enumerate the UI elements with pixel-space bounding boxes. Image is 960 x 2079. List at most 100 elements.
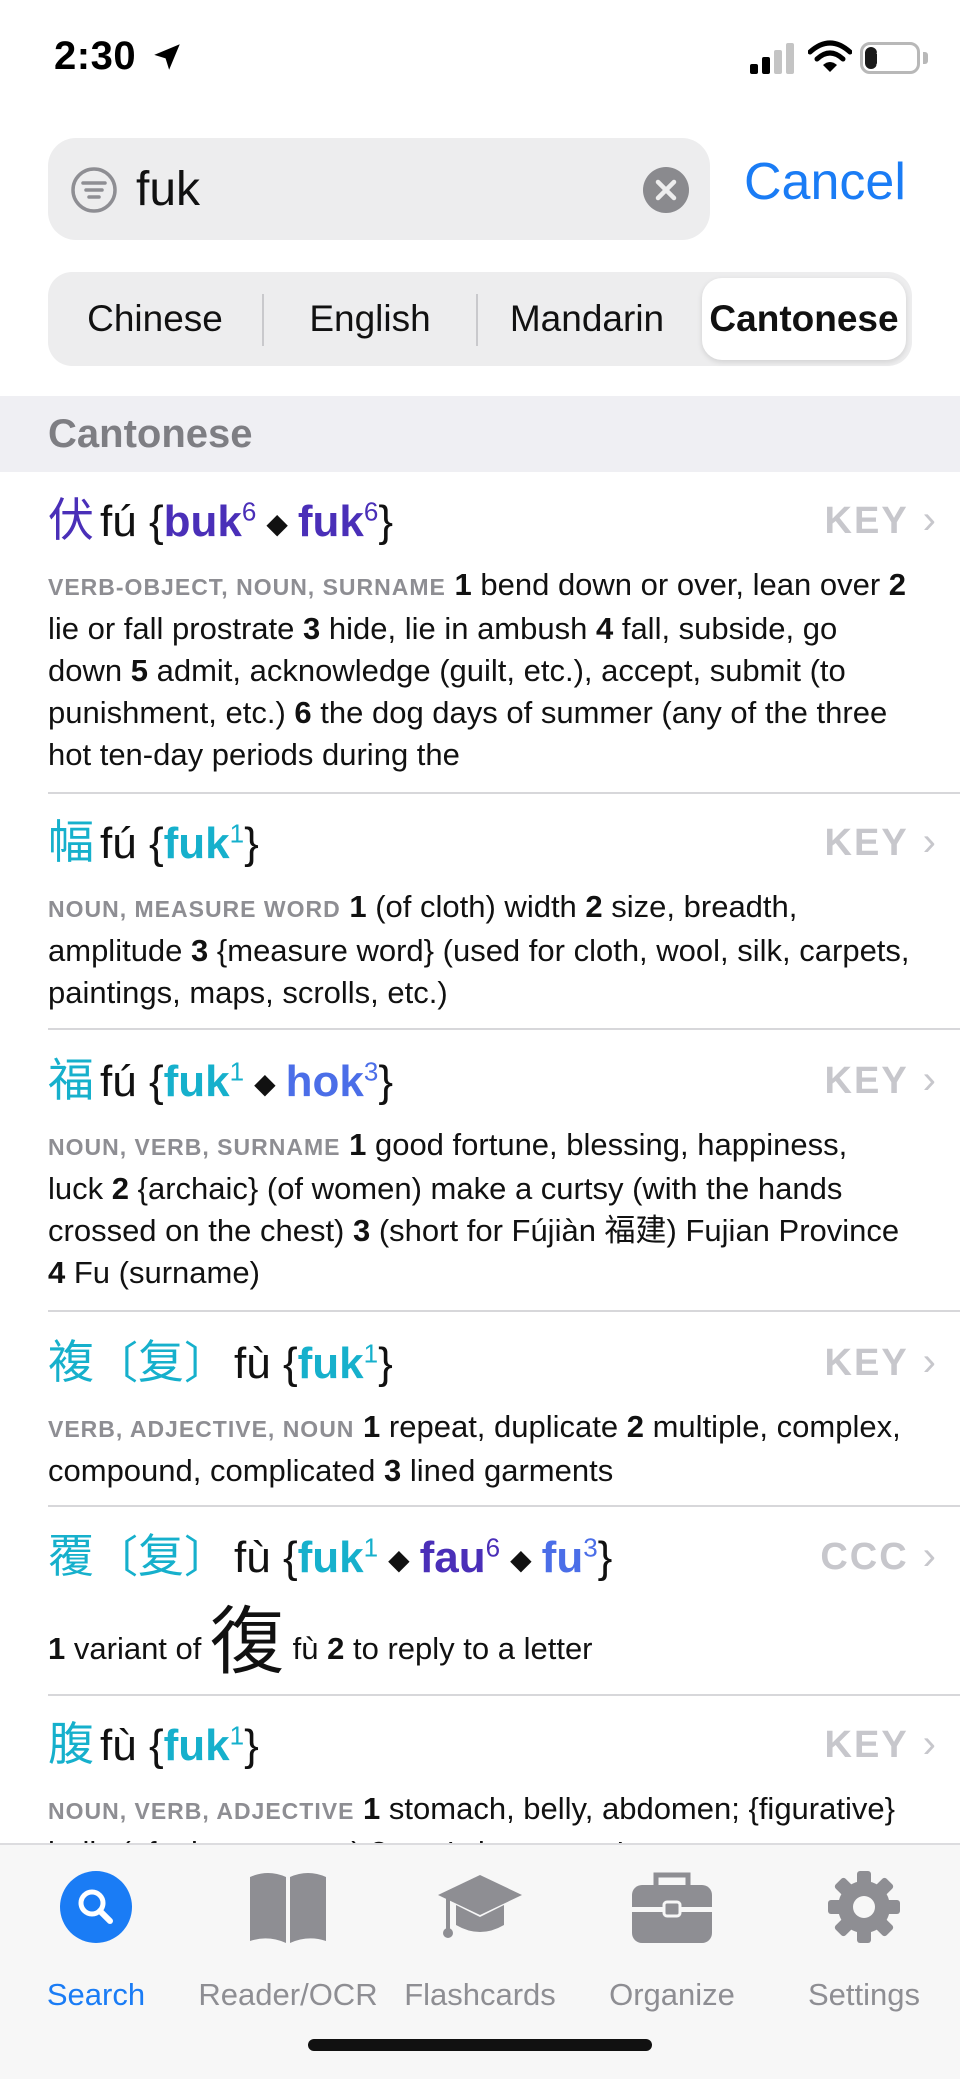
- jyutping-syllable: fuk: [163, 1057, 230, 1106]
- tab-label: Search: [46, 1977, 146, 2012]
- brace-open: {: [282, 1339, 298, 1388]
- entry-divider: [48, 1694, 960, 1696]
- entry-character: 腹: [48, 1717, 94, 1771]
- tab-organize[interactable]: Organize: [576, 1867, 768, 2017]
- entry-headword: 腹 fù {fuk1}: [48, 1714, 259, 1776]
- brace-close: }: [244, 819, 259, 868]
- jyutping-syllable: fuk: [297, 497, 364, 546]
- entry-character: 複: [48, 1335, 94, 1389]
- segment-mandarin[interactable]: Mandarin: [482, 278, 692, 360]
- sense-number: 2: [327, 1631, 345, 1666]
- entry-tag-label: KEY: [824, 822, 909, 864]
- entry-headword: 覆〔复〕 fù {fuk1 ◆ fau6 ◆ fu3}: [48, 1526, 612, 1590]
- entry-part-of-speech: VERB, ADJECTIVE, NOUN: [48, 1416, 355, 1442]
- cancel-button[interactable]: Cancel: [744, 152, 906, 212]
- dictionary-entry[interactable]: 幅 fú {fuk1} KEY › NOUN, MEASURE WORD 1 (of…: [48, 812, 960, 1010]
- entry-part-of-speech: VERB-OBJECT, NOUN, SURNAME: [48, 574, 446, 600]
- chevron-right-icon: ›: [922, 1722, 938, 1766]
- entry-tag-label: KEY: [824, 500, 909, 542]
- brace-close: }: [378, 1339, 393, 1388]
- separator-diamond: ◆: [266, 508, 288, 540]
- entry-pinyin: fú: [100, 1057, 137, 1106]
- status-bar: 2:30 23: [0, 0, 960, 120]
- dictionary-entry[interactable]: 伏 fú {buk6 ◆ fuk6} KEY › VERB-OBJECT, NOUN, …: [48, 490, 960, 776]
- location-arrow-icon: [154, 44, 180, 70]
- entry-definition: VERB-OBJECT, NOUN, SURNAME 1 bend down o…: [48, 564, 910, 776]
- cellular-signal-icon: [750, 43, 794, 74]
- entry-pinyin: fù: [234, 1339, 271, 1388]
- jyutping-tone: 6: [485, 1532, 501, 1563]
- jyutping-tone: 1: [363, 1338, 379, 1369]
- filter-icon[interactable]: [70, 166, 118, 214]
- simplified-bracket-open: 〔: [94, 1533, 138, 1582]
- graduation-cap-icon: [438, 1875, 522, 1938]
- segment-divider: [476, 294, 478, 346]
- entry-tag-label: KEY: [824, 1060, 909, 1102]
- section-header-title: Cantonese: [48, 412, 253, 456]
- sense-number: 2: [626, 1409, 644, 1444]
- entry-simplified-character: 复: [138, 1335, 184, 1389]
- jyutping-syllable: fuk: [297, 1339, 364, 1388]
- segment-english[interactable]: English: [268, 278, 472, 360]
- separator-diamond: ◆: [388, 1544, 410, 1576]
- sense-number: 6: [294, 695, 312, 730]
- jyutping-tone: 1: [363, 1532, 379, 1563]
- segment-cantonese[interactable]: Cantonese: [702, 278, 906, 360]
- variant-pinyin: fù: [292, 1631, 319, 1666]
- battery-percent: 23: [875, 43, 905, 73]
- jyutping-syllable: fuk: [297, 1533, 364, 1582]
- sense-number: 1: [454, 567, 472, 602]
- tab-label: Flashcards: [404, 1977, 556, 2012]
- section-header: Cantonese: [0, 396, 960, 472]
- jyutping-syllable: fuk: [163, 1721, 230, 1770]
- entry-definition: 1 variant of 復 fù 2 to reply to a letter: [48, 1602, 910, 1689]
- brace-open: {: [148, 1721, 164, 1770]
- toolbox-icon: [632, 1872, 712, 1943]
- status-time: 2:30: [54, 34, 137, 78]
- clear-search-icon[interactable]: [642, 166, 690, 214]
- entry-headword: 伏 fú {buk6 ◆ fuk6}: [48, 490, 393, 554]
- book-icon: [250, 1873, 326, 1943]
- sense-number: 2: [888, 567, 907, 602]
- jyutping-syllable: buk: [163, 497, 242, 546]
- sense-number: 4: [595, 611, 614, 646]
- entry-headword: 幅 fú {fuk1}: [48, 812, 259, 874]
- tab-flashcards[interactable]: Flashcards: [384, 1867, 576, 2017]
- brace-open: {: [148, 1057, 164, 1106]
- simplified-bracket-close: 〕: [184, 1339, 228, 1388]
- tab-label: Organize: [609, 1977, 735, 2012]
- entry-character: 伏: [48, 493, 94, 547]
- sense-number: 2: [585, 889, 603, 924]
- entry-pinyin: fú: [100, 497, 137, 546]
- tab-search[interactable]: Search: [0, 1867, 192, 2017]
- tab-reader-ocr[interactable]: Reader/OCR: [192, 1867, 384, 2017]
- sense-number: 4: [48, 1255, 66, 1290]
- variant-character[interactable]: 復: [210, 1599, 284, 1685]
- brace-open: {: [148, 819, 164, 868]
- sense-number: 1: [349, 889, 367, 924]
- entry-part-of-speech: NOUN, VERB, ADJECTIVE: [48, 1798, 355, 1824]
- jyutping-syllable: fuk: [163, 819, 230, 868]
- brace-close: }: [378, 1057, 394, 1106]
- dictionary-entry[interactable]: 福 fú {fuk1 ◆ hok3} KEY › NOUN, VERB, SURNAME…: [48, 1050, 960, 1290]
- entry-tag-label: KEY: [824, 1724, 909, 1766]
- search-bar[interactable]: [48, 138, 710, 240]
- segment-chinese[interactable]: Chinese: [54, 278, 256, 360]
- jyutping-tone: 3: [583, 1532, 598, 1563]
- sense-number: 3: [353, 1213, 371, 1248]
- tab-settings[interactable]: Settings: [768, 1867, 960, 2017]
- chevron-right-icon: ›: [922, 1534, 938, 1578]
- search-input[interactable]: [136, 156, 656, 222]
- sense-number: 1: [48, 1631, 66, 1666]
- search-mode-segmented-control: Chinese English Mandarin Cantonese: [48, 272, 912, 366]
- wifi-icon: [808, 40, 852, 72]
- entry-pinyin: fú: [100, 819, 137, 868]
- entry-definition: NOUN, VERB, SURNAME 1 good fortune, bles…: [48, 1124, 910, 1294]
- entry-source-tag: KEY ›: [825, 1722, 938, 1767]
- entry-character: 覆: [48, 1529, 94, 1583]
- simplified-bracket-close: 〕: [184, 1533, 228, 1582]
- dictionary-entry[interactable]: 覆〔复〕 fù {fuk1 ◆ fau6 ◆ fu3} CCC › 1 variant of…: [48, 1526, 960, 1686]
- entry-source-tag: CCC ›: [820, 1534, 938, 1579]
- dictionary-entry[interactable]: 複〔复〕 fù {fuk1} KEY › VERB, ADJECTIVE, NOUN…: [48, 1332, 960, 1488]
- entry-divider: [48, 1028, 960, 1030]
